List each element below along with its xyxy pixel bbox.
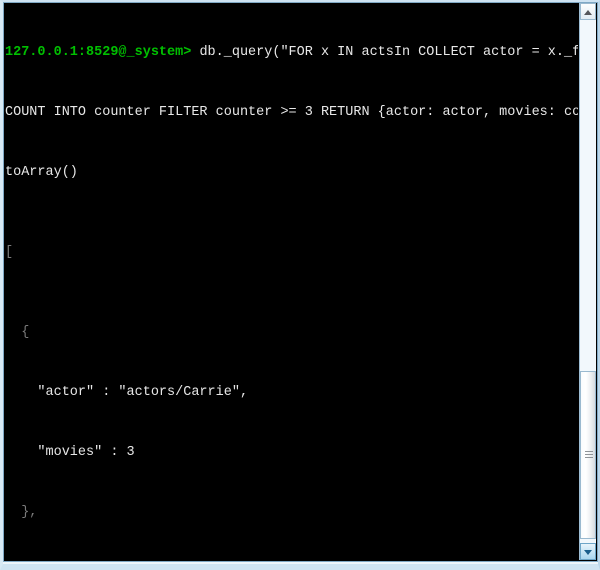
record-movies-0: "movies" : 3 <box>5 445 135 460</box>
scroll-down-arrow-icon <box>584 549 592 555</box>
vertical-scrollbar[interactable] <box>579 3 596 560</box>
shell-prompt: 127.0.0.1:8529@_system> <box>5 45 192 60</box>
record-actor-0: "actor" : "actors/Carrie", <box>5 385 249 400</box>
scroll-up-arrow-icon <box>584 9 592 15</box>
scroll-down-button[interactable] <box>580 543 596 560</box>
scroll-up-button[interactable] <box>580 3 596 20</box>
scrollbar-grip-icon <box>585 451 593 459</box>
command-line-2: COUNT INTO counter FILTER counter >= 3 R… <box>5 105 578 120</box>
scrollbar-thumb[interactable] <box>580 371 596 539</box>
console-output[interactable]: 127.0.0.1:8529@_system> db._query("FOR x… <box>5 3 578 559</box>
record-open-0: { <box>5 325 30 340</box>
command-line-1: 127.0.0.1:8529@_system> db._query("FOR x… <box>5 43 578 63</box>
result-array-open: [ <box>5 245 14 260</box>
record-close-0: }, <box>5 505 38 520</box>
command-text-1: db._query("FOR x IN actsIn COLLECT actor… <box>191 45 578 60</box>
command-line-3: toArray() <box>5 165 78 180</box>
scrollbar-track-above[interactable] <box>580 20 596 371</box>
terminal-window: 127.0.0.1:8529@_system> db._query("FOR x… <box>0 0 600 570</box>
